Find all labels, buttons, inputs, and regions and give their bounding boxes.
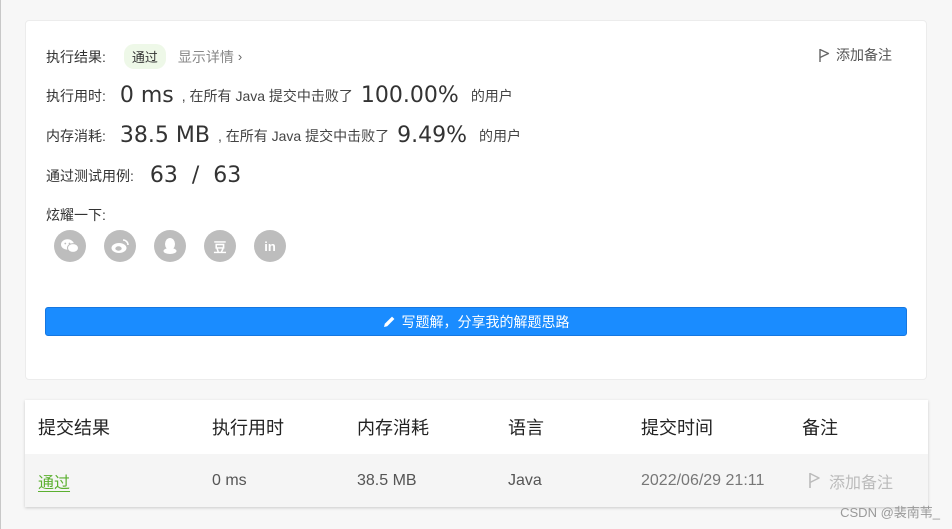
runtime-label: 执行用时: xyxy=(46,87,106,104)
show-details-link[interactable]: 显示详情 › xyxy=(178,47,242,67)
row-submit-time: 2022/06/29 21:11 xyxy=(641,471,765,489)
table-header: 提交结果 执行用时 内存消耗 语言 提交时间 备注 xyxy=(25,400,928,454)
memory-mid-text: , 在所有 Java 提交中击败了 xyxy=(217,127,390,144)
memory-row: 内存消耗: 38.5 MB , 在所有 Java 提交中击败了 9.49% 的用… xyxy=(46,123,521,148)
window-edge xyxy=(0,0,1,529)
watermark: CSDN @裴南苇_ xyxy=(840,505,940,520)
header-note: 备注 xyxy=(802,418,838,438)
wechat-icon[interactable] xyxy=(54,230,86,262)
write-solution-button[interactable]: 写题解，分享我的解题思路 xyxy=(45,307,907,336)
share-label: 炫耀一下: xyxy=(46,207,106,223)
runtime-value: 0 ms xyxy=(119,83,174,108)
table-row[interactable]: 通过 0 ms 38.5 MB Java 2022/06/29 21:11 添加… xyxy=(25,454,928,507)
tests-row: 通过测试用例: 63 / 63 xyxy=(46,163,241,188)
weibo-glyph xyxy=(111,239,129,253)
show-details-label: 显示详情 xyxy=(177,48,234,65)
memory-value: 38.5 MB xyxy=(119,123,210,148)
submission-table: 提交结果 执行用时 内存消耗 语言 提交时间 备注 通过 0 ms 38.5 M… xyxy=(25,400,928,507)
share-row: 炫耀一下: xyxy=(46,205,106,225)
result-row: 执行结果: 通过 显示详情 › xyxy=(46,44,242,69)
add-note-label: 添加备注 xyxy=(836,47,892,63)
chevron-right-icon: › xyxy=(237,49,243,64)
memory-percent: 9.49% xyxy=(397,123,467,148)
wechat-glyph xyxy=(61,239,79,253)
linkedin-glyph: in xyxy=(264,238,276,254)
flag-icon xyxy=(819,48,830,62)
header-memory: 内存消耗 xyxy=(357,418,429,438)
tests-value: 63 / 63 xyxy=(149,163,242,188)
row-runtime: 0 ms xyxy=(212,471,247,489)
share-icons: 豆 in xyxy=(54,230,286,262)
memory-suffix: 的用户 xyxy=(478,127,521,144)
result-label: 执行结果: xyxy=(46,48,106,65)
tests-label: 通过测试用例: xyxy=(46,167,134,184)
row-add-note-label: 添加备注 xyxy=(829,474,894,492)
runtime-suffix: 的用户 xyxy=(470,87,513,104)
write-solution-label: 写题解，分享我的解题思路 xyxy=(401,313,570,330)
header-submit-time: 提交时间 xyxy=(641,418,713,438)
runtime-percent: 100.00% xyxy=(360,83,459,108)
row-language: Java xyxy=(508,471,542,489)
linkedin-icon[interactable]: in xyxy=(254,230,286,262)
row-status-link[interactable]: 通过 xyxy=(38,454,70,507)
header-status: 提交结果 xyxy=(38,418,110,438)
qq-glyph xyxy=(163,238,177,254)
runtime-row: 执行用时: 0 ms , 在所有 Java 提交中击败了 100.00% 的用户 xyxy=(46,83,513,108)
runtime-mid-text: , 在所有 Java 提交中击败了 xyxy=(181,87,353,104)
douban-glyph: 豆 xyxy=(213,239,227,255)
header-language: 语言 xyxy=(508,418,544,438)
row-memory: 38.5 MB xyxy=(357,471,417,489)
qq-icon[interactable] xyxy=(154,230,186,262)
weibo-icon[interactable] xyxy=(104,230,136,262)
add-note-button[interactable]: 添加备注 xyxy=(818,45,892,65)
status-badge: 通过 xyxy=(123,44,166,69)
header-runtime: 执行用时 xyxy=(212,418,284,438)
pencil-icon xyxy=(383,316,394,327)
row-add-note-button[interactable]: 添加备注 xyxy=(808,454,893,507)
douban-icon[interactable]: 豆 xyxy=(204,230,236,262)
memory-label: 内存消耗: xyxy=(46,127,106,144)
submission-result-card: 执行结果: 通过 显示详情 › 添加备注 执行用时: 0 ms , 在所有 Ja… xyxy=(25,20,927,380)
flag-icon xyxy=(809,472,820,488)
